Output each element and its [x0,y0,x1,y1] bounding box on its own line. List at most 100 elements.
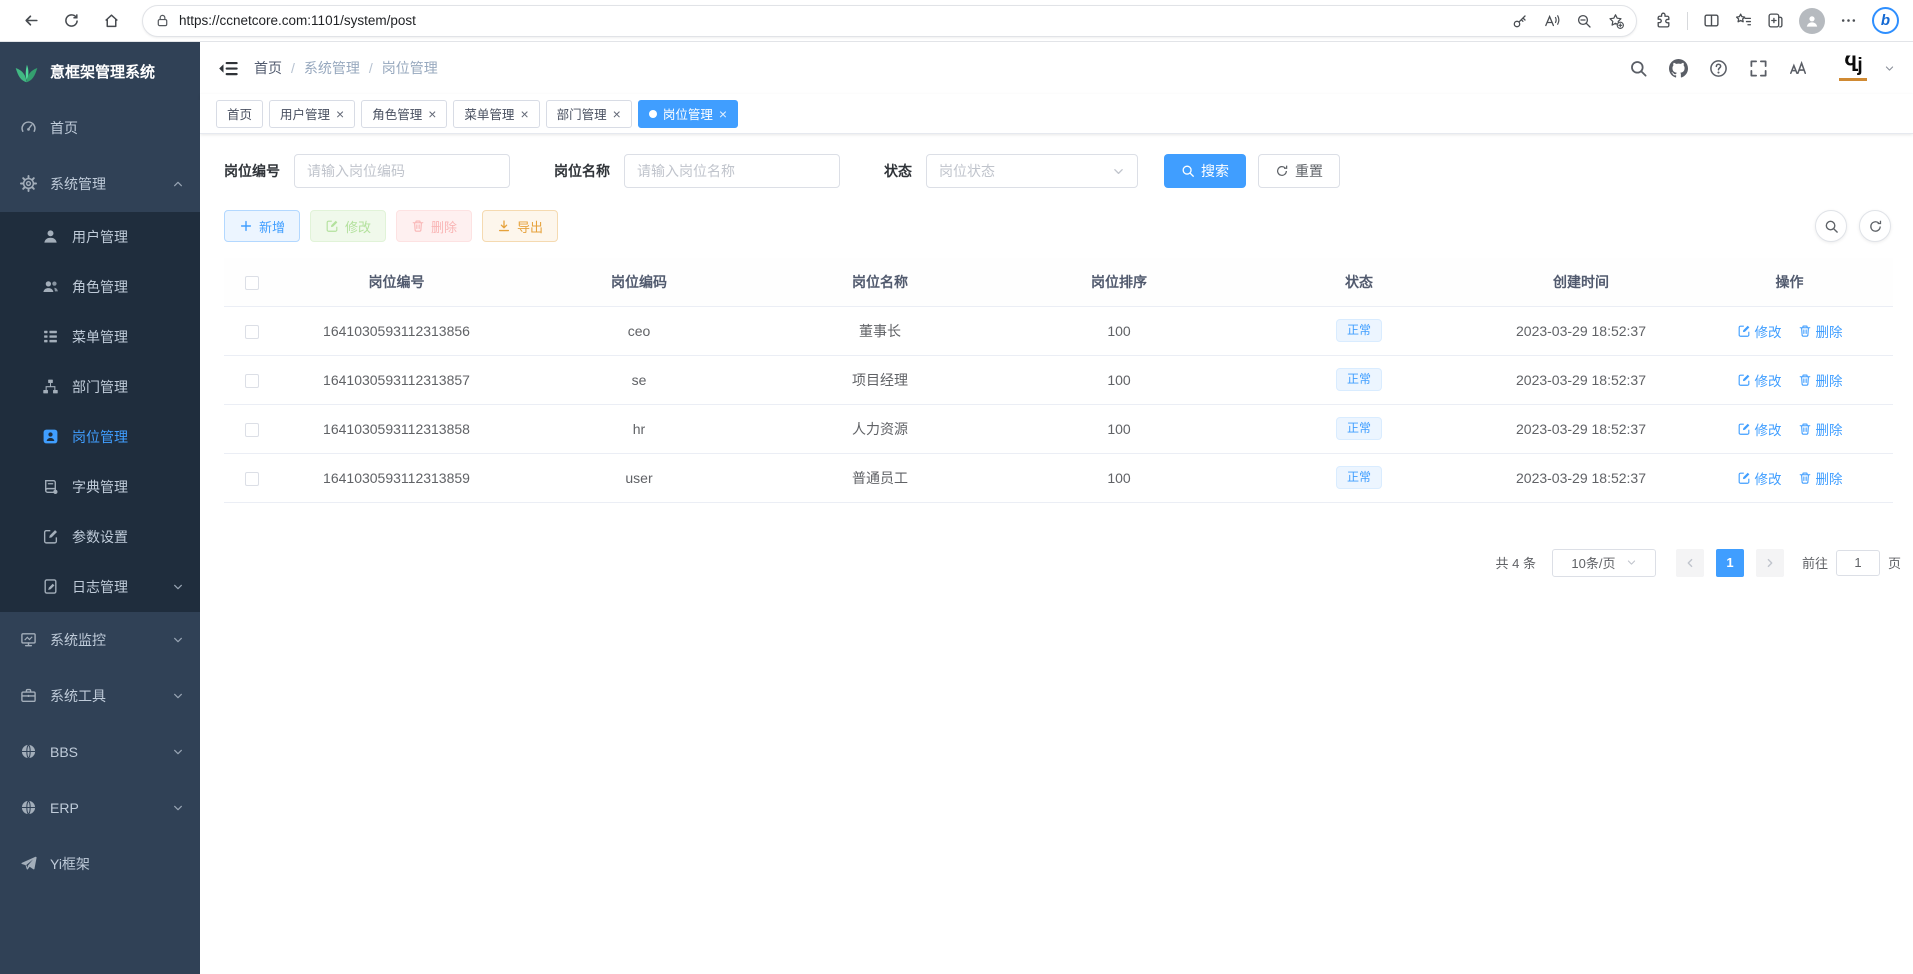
breadcrumb-item[interactable]: 系统管理 [304,58,360,78]
toggle-search-button[interactable] [1815,210,1847,242]
sidebar-item-label: 系统工具 [50,686,106,706]
sidebar-item-erp[interactable]: ERP [0,780,200,836]
post-name-input[interactable] [624,154,840,188]
refresh-table-button[interactable] [1859,210,1891,242]
sidebar-item-param-settings[interactable]: 参数设置 [0,512,200,562]
font-size-icon[interactable] [1789,59,1808,78]
dictionary-icon [42,478,60,496]
close-icon[interactable]: × [520,107,528,121]
edit-icon [1737,422,1751,436]
copilot-icon[interactable]: b [1872,7,1899,34]
row-edit-button[interactable]: 修改 [1737,370,1782,390]
page-number-1[interactable]: 1 [1716,549,1744,577]
collections-icon[interactable] [1735,12,1752,29]
close-icon[interactable]: × [719,107,727,121]
cell-created-time: 2023-03-29 18:52:37 [1476,355,1686,404]
breadcrumb-item[interactable]: 首页 [254,58,282,78]
avatar-logo: Ⴁj [1844,56,1861,75]
help-icon[interactable] [1709,59,1728,78]
row-delete-button[interactable]: 删除 [1798,321,1843,341]
row-delete-button[interactable]: 删除 [1798,468,1843,488]
sidebar-item-home[interactable]: 首页 [0,100,200,156]
add-favorite-icon[interactable] [1608,13,1624,29]
row-checkbox[interactable] [245,423,259,437]
sidebar-item-system-tools[interactable]: 系统工具 [0,668,200,724]
row-delete-button[interactable]: 删除 [1798,419,1843,439]
reset-button[interactable]: 重置 [1258,154,1340,188]
sidebar-item-log-management[interactable]: 日志管理 [0,562,200,612]
reload-icon [63,12,80,29]
avatar-caret-icon[interactable] [1884,63,1895,74]
address-bar[interactable]: https://ccnetcore.com:1101/system/post [142,5,1637,37]
sidebar-item-role-management[interactable]: 角色管理 [0,262,200,312]
goto-page-input[interactable] [1836,550,1880,576]
add-button[interactable]: 新增 [224,210,300,242]
row-checkbox[interactable] [245,374,259,388]
browser-menu-icon[interactable] [1840,12,1857,29]
edit-button-label: 修改 [345,217,371,236]
tab-actions-icon[interactable] [1767,12,1784,29]
sidebar-item-label: 系统监控 [50,630,106,650]
row-edit-button[interactable]: 修改 [1737,468,1782,488]
split-screen-icon[interactable] [1703,12,1720,29]
leaf-logo-icon [13,58,40,85]
sidebar-item-bbs[interactable]: BBS [0,724,200,780]
sidebar-item-user-management[interactable]: 用户管理 [0,212,200,262]
sidebar-item-dept-management[interactable]: 部门管理 [0,362,200,412]
export-button-label: 导出 [517,217,543,236]
url-text[interactable]: https://ccnetcore.com:1101/system/post [179,13,1512,28]
tab-role-management[interactable]: 角色管理 × [361,100,447,128]
sidebar-collapse-icon[interactable] [218,58,239,79]
select-all-checkbox[interactable] [245,276,259,290]
add-button-label: 新增 [259,217,285,236]
sidebar-item-menu-management[interactable]: 菜单管理 [0,312,200,362]
row-delete-button[interactable]: 删除 [1798,370,1843,390]
row-checkbox[interactable] [245,472,259,486]
sidebar-item-post-management[interactable]: 岗位管理 [0,412,200,462]
tab-dept-management[interactable]: 部门管理× [546,100,632,128]
github-icon[interactable] [1669,59,1688,78]
status-select[interactable]: 岗位状态 [926,154,1138,188]
close-icon[interactable]: × [428,107,436,121]
home-button[interactable] [94,4,128,38]
zoom-out-icon[interactable] [1576,13,1592,29]
sidebar-item-system-management[interactable]: 系统管理 [0,156,200,212]
delete-button[interactable]: 删除 [396,210,472,242]
row-checkbox[interactable] [245,325,259,339]
close-icon[interactable]: × [613,107,621,121]
search-button[interactable]: 搜索 [1164,154,1246,188]
post-id-input[interactable] [294,154,510,188]
tab-menu-management[interactable]: 菜单管理× [453,100,539,128]
password-key-icon[interactable] [1512,13,1528,29]
extensions-icon[interactable] [1655,12,1672,29]
row-edit-button[interactable]: 修改 [1737,321,1782,341]
user-avatar[interactable]: Ⴁj [1835,56,1871,81]
sidebar-item-yi-framework[interactable]: Yi框架 [0,836,200,892]
dashboard-icon [20,119,38,137]
tab-label: 角色管理 [372,104,422,123]
next-page-button[interactable] [1756,549,1784,577]
browser-profile-avatar[interactable] [1799,8,1825,34]
cell-post-sort: 100 [996,306,1242,355]
tab-user-management[interactable]: 用户管理× [269,100,355,128]
header-search-icon[interactable] [1629,59,1648,78]
goto-suffix: 页 [1888,553,1901,572]
sidebar-item-system-monitor[interactable]: 系统监控 [0,612,200,668]
edit-button[interactable]: 修改 [310,210,386,242]
back-button[interactable] [14,4,48,38]
read-aloud-icon[interactable] [1544,13,1560,29]
status-badge: 正常 [1336,417,1382,441]
tab-post-management[interactable]: 岗位管理× [638,100,738,128]
sidebar-item-dict-management[interactable]: 字典管理 [0,462,200,512]
reload-button[interactable] [54,4,88,38]
edit-icon [325,219,339,233]
browser-toolbar: https://ccnetcore.com:1101/system/post b [0,0,1913,42]
row-edit-button[interactable]: 修改 [1737,419,1782,439]
close-icon[interactable]: × [336,107,344,121]
page-size-select[interactable]: 10条/页 [1552,549,1656,577]
export-button[interactable]: 导出 [482,210,558,242]
app-title: 意框架管理系统 [50,61,155,82]
prev-page-button[interactable] [1676,549,1704,577]
tab-home[interactable]: 首页 [216,100,263,128]
fullscreen-icon[interactable] [1749,59,1768,78]
